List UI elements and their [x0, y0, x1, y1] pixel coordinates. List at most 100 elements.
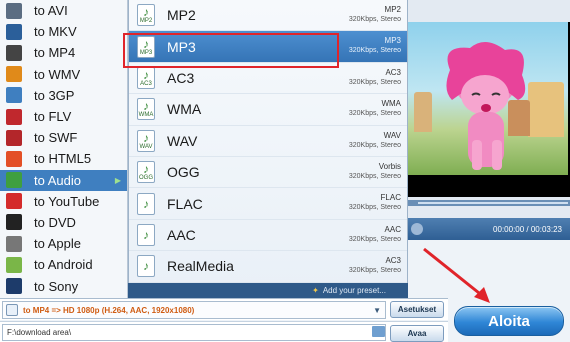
audio-format-name: WAV [167, 132, 198, 149]
output-path-value: F:\download area\ [7, 328, 72, 337]
audio-format-name: WMA [167, 101, 202, 118]
audio-format-item[interactable]: ♪ RealMedia AC3 320Kbps, Stereo [129, 251, 407, 283]
audio-file-icon: ♪ [137, 223, 155, 246]
audio-file-icon: ♪ MP2 [137, 4, 155, 27]
audio-codec: AAC [384, 224, 401, 234]
audio-bitrate: 320Kbps, Stereo [348, 172, 401, 180]
playstation-icon [6, 278, 22, 295]
audio-format-details: AC3 320Kbps, Stereo [349, 256, 401, 274]
format-menu-label: to MKV [34, 24, 77, 40]
profile-icon [6, 304, 18, 316]
open-button[interactable]: Avaa [390, 325, 444, 342]
format-menu-label: to SWF [34, 130, 78, 146]
format-menu-label: to Sony [34, 278, 79, 294]
format-menu-item[interactable]: to YouTube [0, 191, 127, 212]
format-menu-item[interactable]: to HTML5 [0, 148, 127, 169]
3gp-icon [6, 87, 22, 104]
audio-file-icon: ♪ WAV [137, 129, 155, 152]
audio-format-item[interactable]: ♪ MP3 MP3 MP3 320Kbps, Stereo [129, 31, 407, 63]
audio-format-item[interactable]: ♪ FLAC FLAC 320Kbps, Stereo [129, 188, 407, 220]
audio-format-name: MP2 [167, 7, 196, 24]
youtube-icon [6, 193, 22, 210]
format-menu-label: to DVD [34, 214, 76, 230]
audio-format-details: WAV 320Kbps, Stereo [349, 131, 401, 149]
format-menu-item[interactable]: to DVD [0, 212, 127, 233]
audio-format-name: FLAC [167, 195, 203, 212]
video-frame [408, 22, 570, 197]
audio-bitrate: 320Kbps, Stereo [348, 204, 401, 212]
audio-file-icon: ♪ WMA [137, 98, 155, 121]
audio-format-name: RealMedia [167, 258, 234, 275]
output-path-field[interactable]: F:\download area\ [2, 324, 386, 341]
format-menu-label: to Audio [34, 172, 81, 188]
audio-file-icon: ♪ [137, 192, 155, 215]
folder-icon[interactable] [372, 326, 385, 337]
star-icon: ✦ [312, 286, 319, 295]
audio-file-icon: ♪ OGG [137, 161, 155, 184]
format-menu-item[interactable]: to AVI [0, 0, 127, 21]
audio-format-item[interactable]: ♪ OGG OGG Vorbis 320Kbps, Stereo [129, 157, 407, 189]
audio-format-details: MP3 320Kbps, Stereo [349, 36, 401, 54]
mkv-icon [6, 23, 22, 40]
play-button[interactable] [411, 223, 423, 235]
format-menu-item[interactable]: to MKV [0, 21, 127, 42]
settings-button[interactable]: Asetukset [390, 301, 444, 318]
audio-codec: MP3 [384, 36, 401, 46]
audio-codec: Vorbis [378, 161, 401, 171]
music-note-icon [6, 172, 22, 189]
apple-icon [6, 235, 22, 252]
audio-file-tag: WAV [139, 143, 153, 150]
player-controls: 00:00:00 / 00:03:23 [408, 218, 570, 240]
seek-bar[interactable] [408, 200, 570, 206]
audio-format-item[interactable]: ♪ WMA WMA WMA 320Kbps, Stereo [129, 94, 407, 126]
dvd-icon [6, 214, 22, 231]
audio-codec: MP2 [384, 5, 401, 14]
format-menu-item[interactable]: to Apple [0, 233, 127, 254]
output-path-row: F:\download area\ Avaa [0, 321, 448, 342]
audio-bitrate: 320Kbps, Stereo [348, 16, 401, 23]
audio-format-item[interactable]: ♪ WAV WAV WAV 320Kbps, Stereo [129, 126, 407, 157]
format-menu-item[interactable]: to WMV [0, 64, 127, 85]
format-menu-item[interactable]: to SWF [0, 127, 127, 148]
format-menu-label: to AVI [34, 3, 68, 19]
audio-format-details: AC3 320Kbps, Stereo [349, 68, 401, 86]
audio-file-tag: WMA [138, 112, 154, 119]
format-menu-label: to YouTube [34, 193, 100, 209]
film-icon [6, 2, 22, 19]
audio-bitrate: 320Kbps, Stereo [348, 141, 401, 149]
audio-file-icon: ♪ AC3 [137, 66, 155, 89]
audio-format-name: AAC [167, 226, 196, 243]
video-preview: 00:00:00 / 00:03:23 [408, 0, 570, 240]
audio-bitrate: 320Kbps, Stereo [348, 267, 401, 275]
audio-format-item[interactable]: ♪ AAC AAC 320Kbps, Stereo [129, 220, 407, 252]
format-menu-item[interactable]: to Audio ▶ [0, 169, 127, 191]
audio-file-icon: ♪ [137, 255, 155, 278]
audio-file-tag: AC3 [140, 80, 152, 87]
format-menu-item[interactable]: to FLV [0, 106, 127, 127]
mp4-icon [6, 44, 22, 61]
format-menu-item[interactable]: to Android [0, 254, 127, 275]
audio-file-tag: OGG [138, 175, 153, 182]
format-menu-label: to Apple [34, 236, 81, 252]
audio-format-name: OGG [167, 164, 200, 181]
add-preset-label: Add your preset... [322, 286, 386, 295]
audio-format-details: AAC 320Kbps, Stereo [349, 225, 401, 243]
add-preset-link[interactable]: ✦ Add your preset... [128, 283, 408, 298]
format-menu-item[interactable]: to MP4 [0, 42, 127, 63]
audio-bitrate: 320Kbps, Stereo [348, 78, 401, 86]
audio-format-item[interactable]: ♪ AC3 AC3 AC3 320Kbps, Stereo [129, 63, 407, 95]
audio-codec: AC3 [385, 256, 401, 266]
format-menu-item[interactable]: to Sony [0, 275, 127, 296]
wmv-icon [6, 66, 22, 83]
playback-time: 00:00:00 / 00:03:23 [493, 224, 562, 234]
audio-format-item[interactable]: ♪ MP2 MP2 MP2 320Kbps, Stereo [129, 0, 407, 32]
start-button[interactable]: Aloita [454, 306, 564, 336]
audio-file-icon: ♪ MP3 [137, 35, 155, 58]
format-menu-item[interactable]: to 3GP [0, 85, 127, 106]
format-menu-label: to WMV [34, 66, 81, 82]
output-profile-select[interactable]: to MP4 => HD 1080p (H.264, AAC, 1920x108… [2, 301, 386, 319]
audio-file-tag: MP2 [139, 18, 153, 25]
audio-bitrate: 320Kbps, Stereo [348, 235, 401, 243]
format-menu-label: to MP4 [34, 45, 76, 61]
swf-icon [6, 129, 22, 146]
